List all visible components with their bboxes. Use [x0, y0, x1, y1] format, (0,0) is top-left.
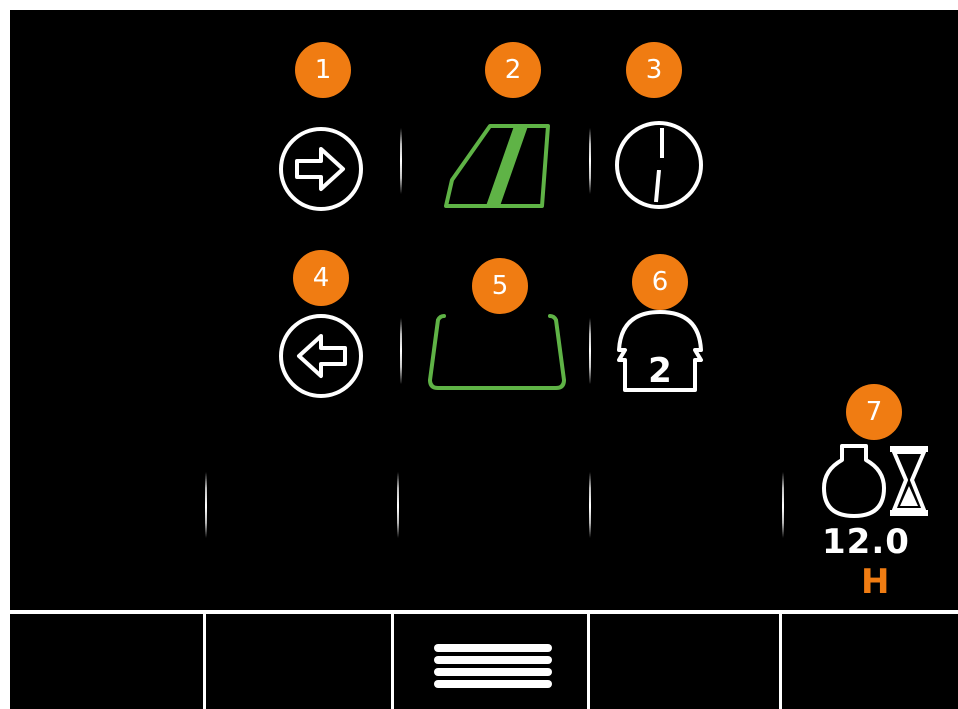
softkey-1[interactable] — [10, 614, 206, 709]
badge-1: 1 — [295, 42, 351, 98]
divider — [400, 128, 402, 194]
divider — [589, 472, 591, 538]
menu-icon — [434, 644, 552, 688]
display-screen: 1 2 3 4 5 6 2 7 12.0 H — [10, 10, 958, 709]
rear-window-icon[interactable] — [426, 312, 568, 392]
divider — [205, 472, 207, 538]
softkey-3[interactable] — [394, 614, 590, 709]
light-level-2-icon[interactable]: 2 — [615, 306, 705, 394]
light-level-text: 2 — [648, 351, 672, 391]
softkey-2[interactable] — [206, 614, 394, 709]
softkey-4[interactable] — [590, 614, 782, 709]
divider — [782, 472, 784, 538]
timer-unit: H — [861, 562, 890, 602]
timer-value: 12.0 — [822, 522, 910, 562]
divider — [397, 472, 399, 538]
softkey-bar — [10, 610, 958, 709]
divider — [400, 318, 402, 384]
divider — [589, 128, 591, 194]
softkey-5[interactable] — [782, 614, 958, 709]
arrow-right-circle-icon[interactable] — [277, 125, 365, 213]
clock-icon[interactable] — [612, 118, 706, 212]
badge-4: 4 — [293, 250, 349, 306]
badge-3: 3 — [626, 42, 682, 98]
badge-7: 7 — [846, 384, 902, 440]
arrow-left-circle-icon[interactable] — [277, 312, 365, 400]
front-window-icon[interactable] — [442, 120, 554, 214]
engine-hourglass-icon[interactable] — [818, 440, 932, 520]
badge-2: 2 — [485, 42, 541, 98]
divider — [589, 318, 591, 384]
badge-5: 5 — [472, 258, 528, 314]
badge-6: 6 — [632, 254, 688, 310]
